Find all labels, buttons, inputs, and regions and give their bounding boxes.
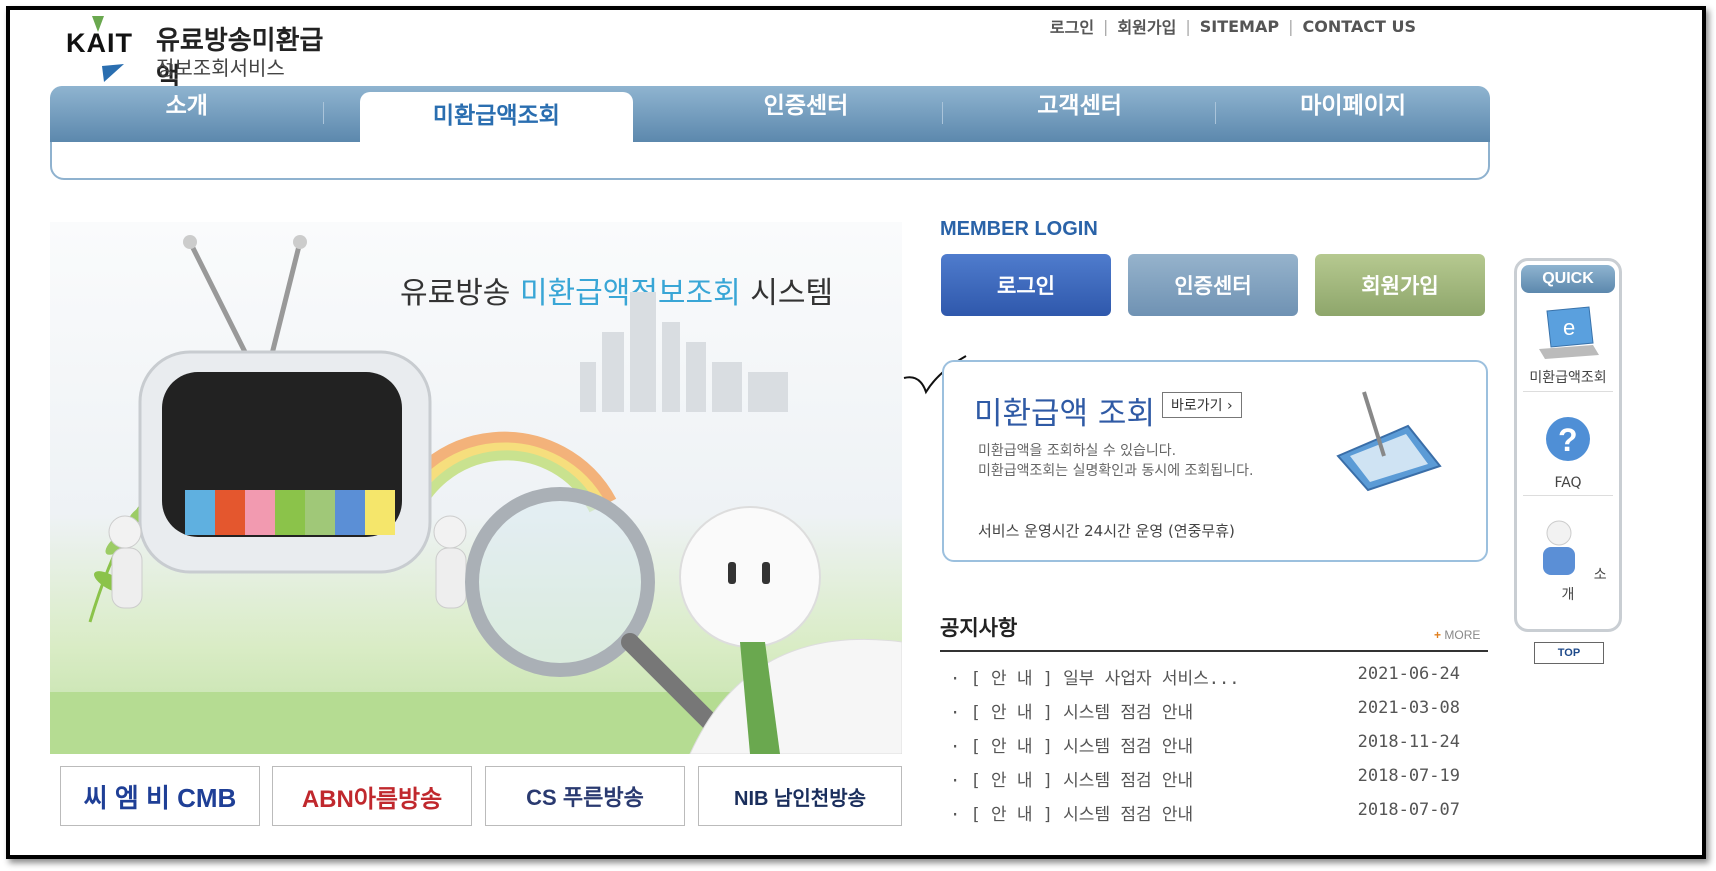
nav-mypage[interactable]: 마이페이지 [1216, 86, 1490, 142]
login-button[interactable]: 로그인 [941, 254, 1111, 316]
top-link-contact[interactable]: CONTACT US [1302, 17, 1416, 36]
partner-cs[interactable]: CS 푸른방송 [485, 766, 685, 826]
notice-divider [940, 650, 1488, 652]
notice-item[interactable]: · [ 안 내 ] 일부 사업자 서비스... 2021-06-24 [950, 664, 1460, 698]
partner-abn[interactable]: ABN아름방송 [272, 766, 472, 826]
refund-lookup-desc-2: 미환급액조회는 실명확인과 동시에 조회됩니다. [978, 463, 1254, 479]
nav-refund-lookup[interactable]: 미환급액조회 [359, 92, 634, 142]
notice-item[interactable]: · [ 안 내 ] 시스템 점검 안내 2018-07-19 [950, 766, 1460, 800]
quick-faq[interactable]: ? FAQ [1523, 411, 1613, 496]
member-login-heading: MEMBER LOGIN [940, 218, 1098, 240]
go-shortcut-button[interactable]: 바로가기 › [1162, 392, 1242, 418]
notice-list: · [ 안 내 ] 일부 사업자 서비스... 2021-06-24 · [ 안 … [950, 664, 1460, 834]
top-link-join[interactable]: 회원가입 [1117, 14, 1176, 38]
hero-banner: 유료방송 미환급액정보조회 시스템 [50, 222, 902, 754]
refund-lookup-desc-1: 미환급액을 조회하실 수 있습니다. [978, 443, 1177, 459]
service-name-line2: 정보조회서비스 [156, 56, 285, 80]
cert-center-button[interactable]: 인증센터 [1128, 254, 1298, 316]
notice-item[interactable]: · [ 안 내 ] 시스템 점검 안내 2018-07-07 [950, 800, 1460, 834]
partner-nib[interactable]: NIB 남인천방송 [698, 766, 902, 826]
site-logo[interactable]: KAIT 유료방송미환급액 정보조회서비스 [66, 14, 346, 93]
notice-item[interactable]: · [ 안 내 ] 시스템 점검 안내 2018-11-24 [950, 732, 1460, 766]
notice-title: 공지사항 [940, 616, 1018, 640]
service-hours: 서비스 운영시간 24시간 운영 (연중무휴) [978, 522, 1235, 540]
quick-menu: QUICK e 미환급액조회 ? FAQ 소개 [1514, 258, 1622, 632]
partner-cmb[interactable]: 씨 엠 비 CMB [60, 766, 260, 826]
notice-item[interactable]: · [ 안 내 ] 시스템 점검 안내 2021-03-08 [950, 698, 1460, 732]
person-icon [1543, 520, 1576, 575]
logo-text: KAIT [66, 28, 133, 58]
quick-heading: QUICK [1521, 265, 1615, 293]
top-link-login[interactable]: 로그인 [1050, 14, 1094, 38]
hero-illustration [50, 235, 902, 754]
top-button[interactable]: TOP [1534, 642, 1604, 664]
question-icon: ? [1546, 417, 1590, 461]
tablet-pen-icon [1336, 391, 1442, 492]
nav-cert-center[interactable]: 인증센터 [669, 86, 943, 142]
refund-lookup-title: 미환급액 조회 [974, 396, 1155, 432]
nav-intro[interactable]: 소개 [50, 86, 324, 142]
svg-text:?: ? [1558, 422, 1578, 458]
notice-more-link[interactable]: + MORE [1434, 628, 1480, 642]
top-utility-nav: 로그인 | 회원가입 | SITEMAP | CONTACT US [1050, 14, 1416, 38]
quick-intro[interactable]: 소개 [1523, 517, 1613, 604]
quick-refund-lookup[interactable]: e 미환급액조회 [1523, 303, 1613, 392]
main-navigation: 소개 미환급액조회 인증센터 고객센터 마이페이지 [50, 86, 1490, 180]
top-link-sitemap[interactable]: SITEMAP [1200, 17, 1279, 36]
join-button[interactable]: 회원가입 [1315, 254, 1485, 316]
nav-customer-center[interactable]: 고객센터 [943, 86, 1217, 142]
refund-lookup-panel: 미환급액 조회 바로가기 › 미환급액을 조회하실 수 있습니다. 미환급액조회… [942, 360, 1488, 562]
svg-text:e: e [1563, 315, 1575, 340]
laptop-icon: e [1539, 306, 1599, 359]
